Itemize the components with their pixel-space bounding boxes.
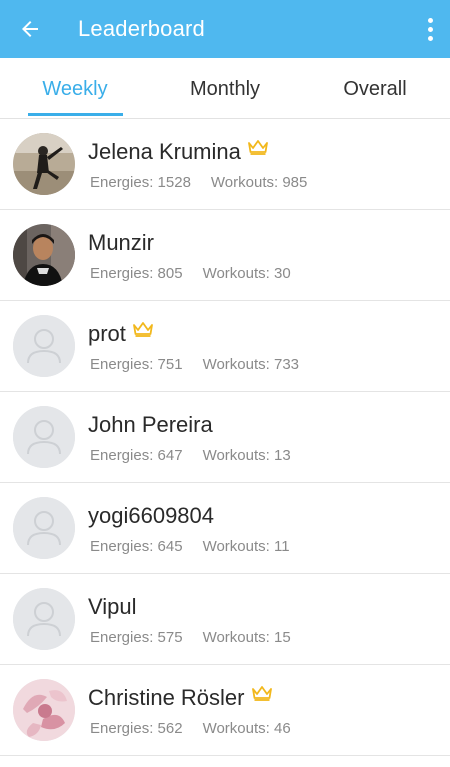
user-name: yogi6609804 <box>88 503 215 528</box>
tab-weekly[interactable]: Weekly <box>0 58 150 118</box>
workouts-value: 11 <box>274 538 290 555</box>
leaderboard-list: Jelena Krumina Energies: 1528 Workouts: 9… <box>0 119 450 756</box>
default-avatar-icon <box>13 497 75 559</box>
user-stats: Energies: 562 Workouts: 46 <box>90 720 291 737</box>
tab-monthly[interactable]: Monthly <box>150 58 300 118</box>
default-avatar-icon <box>13 406 75 468</box>
user-name: Christine Rösler <box>88 685 273 711</box>
energies-value: 562 <box>157 720 183 737</box>
list-item[interactable]: Christine Rösler Energies: 562 Workouts: … <box>0 665 450 756</box>
user-name: Munzir <box>88 230 155 255</box>
energies-value: 647 <box>157 447 183 464</box>
tab-overall[interactable]: Overall <box>300 58 450 118</box>
energies-value: 645 <box>157 538 183 555</box>
avatar <box>13 224 75 286</box>
user-name: Jelena Krumina <box>88 139 269 165</box>
energies-value: 805 <box>157 265 183 282</box>
workouts-value: 13 <box>274 447 291 464</box>
user-stats: Energies: 647 Workouts: 13 <box>90 447 291 464</box>
user-name: prot <box>88 321 154 347</box>
workouts-value: 985 <box>282 174 308 191</box>
list-item[interactable]: yogi6609804 Energies: 645 Workouts: 11 <box>0 483 450 574</box>
arrow-left-icon[interactable] <box>14 13 46 45</box>
workouts-value: 46 <box>274 720 291 737</box>
user-stats: Energies: 645 Workouts: 11 <box>90 538 290 555</box>
user-stats: Energies: 751 Workouts: 733 <box>90 356 300 373</box>
tab-indicator <box>28 113 123 116</box>
crown-icon <box>251 686 272 701</box>
workouts-value: 733 <box>274 356 300 373</box>
page-title: Leaderboard <box>78 16 205 41</box>
default-avatar-icon <box>13 588 75 650</box>
user-stats: Energies: 805 Workouts: 30 <box>90 265 291 282</box>
app-bar: Leaderboard <box>0 0 450 58</box>
list-item[interactable]: Jelena Krumina Energies: 1528 Workouts: 9… <box>0 119 450 210</box>
workouts-value: 15 <box>274 629 291 646</box>
energies-value: 751 <box>157 356 183 373</box>
more-vert-icon[interactable] <box>420 13 440 45</box>
avatar <box>13 133 75 195</box>
crown-icon <box>247 140 268 155</box>
user-name: Vipul <box>88 594 137 619</box>
energies-value: 1528 <box>157 174 191 191</box>
list-item[interactable]: prot Energies: 751 Workouts: 733 <box>0 301 450 392</box>
energies-value: 575 <box>157 629 183 646</box>
user-name: John Pereira <box>88 412 213 437</box>
user-stats: Energies: 1528 Workouts: 985 <box>90 174 308 191</box>
list-item[interactable]: Vipul Energies: 575 Workouts: 15 <box>0 574 450 665</box>
list-item[interactable]: Munzir Energies: 805 Workouts: 30 <box>0 210 450 301</box>
user-stats: Energies: 575 Workouts: 15 <box>90 629 291 646</box>
tab-bar: Weekly Monthly Overall <box>0 58 450 119</box>
workouts-value: 30 <box>274 265 291 282</box>
crown-icon <box>133 322 153 337</box>
avatar <box>13 679 75 741</box>
list-item[interactable]: John Pereira Energies: 647 Workouts: 13 <box>0 392 450 483</box>
default-avatar-icon <box>13 315 75 377</box>
